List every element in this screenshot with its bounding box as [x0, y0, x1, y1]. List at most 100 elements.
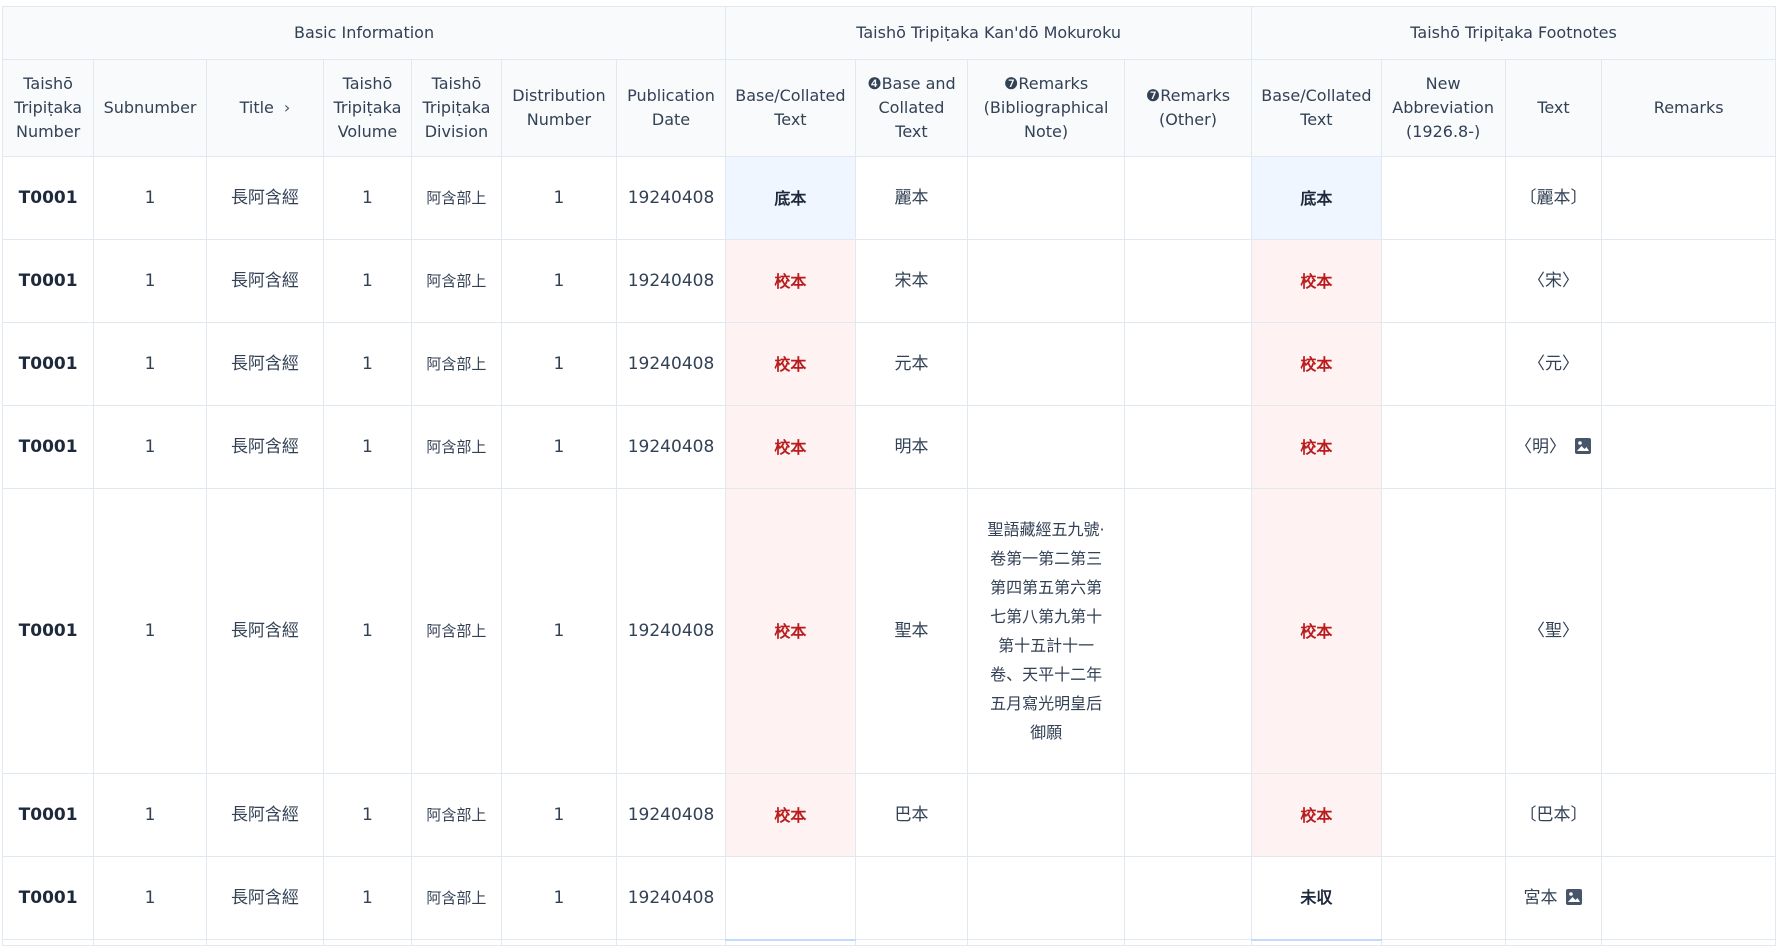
cell-distribution: 1 — [500, 773, 617, 857]
footnote-text: 〈宋〉 — [1527, 270, 1579, 291]
cell-footnote-base: 底本 — [1251, 156, 1382, 240]
footnote-text: 宮本 — [1523, 887, 1558, 908]
col-header-kando-remarks-bib[interactable]: ❼Remarks (Bibliographical Note) — [967, 59, 1125, 157]
cell-empty — [500, 939, 617, 946]
table-row[interactable]: T0001 1 長阿含經 1 阿含部上 1 19240408 校本 宋本 校本 〈宋〉 — [1, 239, 1776, 323]
cell-kando-base-and-collated: 宋本 — [854, 239, 969, 323]
col-header-volume[interactable]: Taishō Tripiṭaka Volume — [323, 59, 412, 157]
cell-kando-remarks-bib — [967, 156, 1125, 240]
cell-title: 長阿含經 — [205, 156, 325, 240]
cell-kando-base: 校本 — [725, 322, 856, 406]
table-header: Basic Information Taishō Tripiṭaka Kan'd… — [1, 6, 1776, 157]
cell-title: 長阿含經 — [205, 405, 325, 489]
cell-number: T0001 — [1, 239, 95, 323]
cell-subnumber: 1 — [93, 488, 207, 774]
cell-kando-remarks-other — [1123, 773, 1253, 857]
cell-volume: 1 — [323, 488, 412, 774]
cell-footnote-text: 〈聖〉 — [1504, 488, 1603, 774]
chevron-right-icon[interactable]: › — [284, 96, 290, 120]
cell-volume: 1 — [323, 856, 412, 940]
cell-footnote-abbr — [1380, 239, 1506, 323]
cell-volume: 1 — [323, 239, 412, 323]
results-table: Basic Information Taishō Tripiṭaka Kan'd… — [1, 6, 1776, 946]
cell-footnote-text: 〔巴本〕 — [1504, 773, 1603, 857]
col-header-footnote-text[interactable]: Text — [1504, 59, 1603, 157]
cell-number: T0001 — [1, 856, 95, 940]
cell-distribution: 1 — [500, 322, 617, 406]
cell-footnote-remarks — [1601, 405, 1776, 489]
cell-kando-remarks-other — [1123, 322, 1253, 406]
cell-empty — [205, 939, 325, 946]
cell-title: 長阿含經 — [205, 488, 325, 774]
cell-kando-remarks-other — [1123, 856, 1253, 940]
cell-subnumber: 1 — [93, 405, 207, 489]
cell-empty — [1251, 938, 1382, 946]
col-header-number[interactable]: Taishō Tripiṭaka Number — [1, 59, 95, 157]
cell-kando-base-and-collated: 元本 — [854, 322, 969, 406]
cell-title: 長阿含經 — [205, 856, 325, 940]
col-header-footnote-remarks[interactable]: Remarks — [1601, 59, 1776, 157]
cell-division: 阿含部上 — [410, 239, 502, 323]
cell-empty — [1380, 939, 1506, 946]
cell-number: T0001 — [1, 405, 95, 489]
cell-footnote-remarks — [1601, 156, 1776, 240]
image-icon[interactable] — [1565, 888, 1583, 906]
cell-kando-base-and-collated: 巴本 — [854, 773, 969, 857]
col-header-subnumber[interactable]: Subnumber — [93, 59, 207, 157]
table-row[interactable]: T0001 1 長阿含經 1 阿含部上 1 19240408 未収 宮本 — [1, 856, 1776, 940]
table-row[interactable]: T0001 1 長阿含經 1 阿含部上 1 19240408 校本 巴本 校本 〔巴本〕 — [1, 773, 1776, 857]
cell-number: T0001 — [1, 156, 95, 240]
cell-footnote-base: 校本 — [1251, 773, 1382, 857]
table-row[interactable]: T0001 1 長阿含經 1 阿含部上 1 19240408 底本 麗本 底本 〔麗本〕 — [1, 156, 1776, 240]
cell-footnote-remarks — [1601, 239, 1776, 323]
cell-subnumber: 1 — [93, 239, 207, 323]
col-header-kando-remarks-other[interactable]: ❼Remarks (Other) — [1123, 59, 1253, 157]
group-header-footnotes: Taishō Tripiṭaka Footnotes — [1251, 6, 1776, 60]
col-header-pubdate[interactable]: Publication Date — [615, 59, 727, 157]
col-header-division[interactable]: Taishō Tripiṭaka Division — [410, 59, 502, 157]
cell-footnote-text: 〈元〉 — [1504, 322, 1603, 406]
cell-kando-base-and-collated: 麗本 — [854, 156, 969, 240]
table-row[interactable]: T0001 1 長阿含經 1 阿含部上 1 19240408 校本 聖本 聖語藏經五九號·卷第一第… — [1, 488, 1776, 774]
cell-kando-base: 校本 — [725, 773, 856, 857]
col-header-title[interactable]: Title › — [205, 59, 325, 157]
cell-pubdate: 19240408 — [615, 488, 727, 774]
cell-footnote-base: 校本 — [1251, 239, 1382, 323]
cell-kando-remarks-bib — [967, 773, 1125, 857]
cell-footnote-text: 〈宋〉 — [1504, 239, 1603, 323]
cell-distribution: 1 — [500, 156, 617, 240]
cell-division: 阿含部上 — [410, 856, 502, 940]
table-container: Basic Information Taishō Tripiṭaka Kan'd… — [1, 6, 1776, 946]
cell-volume: 1 — [323, 405, 412, 489]
cell-empty — [1601, 939, 1776, 946]
cell-kando-remarks-bib — [967, 239, 1125, 323]
cell-distribution: 1 — [500, 405, 617, 489]
cell-volume: 1 — [323, 322, 412, 406]
cell-division: 阿含部上 — [410, 773, 502, 857]
table-row[interactable]: T0001 1 長阿含經 1 阿含部上 1 19240408 校本 明本 校本 〈明〉 — [1, 405, 1776, 489]
cell-kando-remarks-bib — [967, 322, 1125, 406]
col-header-footnote-base[interactable]: Base/Collated Text — [1251, 59, 1382, 157]
cell-empty — [93, 939, 207, 946]
table-row[interactable]: T0001 1 長阿含經 1 阿含部上 1 19240408 校本 元本 校本 〈元〉 — [1, 322, 1776, 406]
cell-empty — [725, 938, 856, 946]
footnote-text: 〔麗本〕 — [1519, 187, 1588, 208]
col-header-distribution[interactable]: Distribution Number — [500, 59, 617, 157]
cell-subnumber: 1 — [93, 773, 207, 857]
col-header-kando-base[interactable]: Base/Collated Text — [725, 59, 856, 157]
cell-kando-base: 校本 — [725, 405, 856, 489]
col-header-footnote-abbr[interactable]: New Abbreviation (1926.8-) — [1380, 59, 1506, 157]
cell-division: 阿含部上 — [410, 405, 502, 489]
cell-number: T0001 — [1, 488, 95, 774]
cell-pubdate: 19240408 — [615, 156, 727, 240]
cell-footnote-base: 校本 — [1251, 488, 1382, 774]
cell-kando-remarks-other — [1123, 156, 1253, 240]
cell-empty — [1123, 939, 1253, 946]
cell-kando-remarks-bib: 聖語藏經五九號·卷第一第二第三第四第五第六第七第八第九第十第十五計十一卷、天平十… — [967, 488, 1125, 774]
cell-kando-base-and-collated: 明本 — [854, 405, 969, 489]
cell-subnumber: 1 — [93, 322, 207, 406]
table-row[interactable] — [1, 938, 1776, 946]
col-header-kando-base-and-collated[interactable]: ❹Base and Collated Text — [854, 59, 969, 157]
image-icon[interactable] — [1574, 437, 1592, 455]
cell-pubdate: 19240408 — [615, 239, 727, 323]
